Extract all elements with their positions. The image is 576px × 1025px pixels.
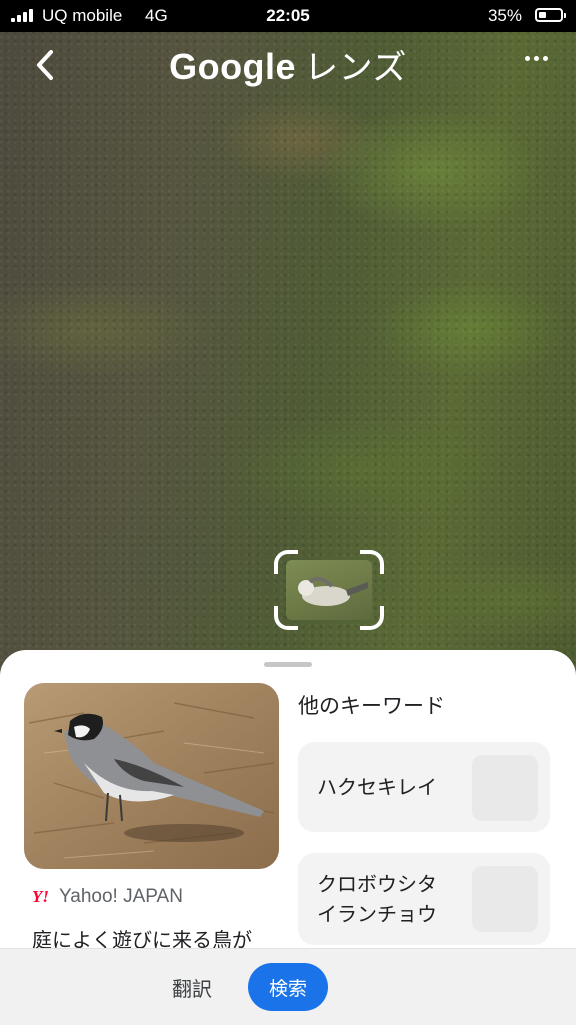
- search-tab[interactable]: 検索: [248, 963, 328, 1011]
- keyword-thumbnail: [472, 755, 538, 821]
- battery-percent: 35%: [487, 6, 522, 25]
- title-product: レンズ: [304, 48, 407, 88]
- keyword-label-line: イランチョウ: [317, 902, 437, 926]
- more-dot: [534, 56, 539, 61]
- yahoo-logo-icon: Y!: [32, 887, 49, 906]
- source-name: Yahoo! JAPAN: [59, 886, 183, 907]
- frame-corner[interactable]: [360, 606, 384, 630]
- keyword-chip[interactable]: ハクセキレイ: [298, 742, 550, 832]
- bottom-action-bar: 翻訳 検索: [0, 948, 576, 1025]
- keyword-label-line: クロボウシタ: [317, 872, 437, 896]
- title-brand: Google: [169, 46, 297, 87]
- drag-handle[interactable]: [264, 662, 312, 667]
- translate-tab[interactable]: 翻訳: [172, 973, 212, 1002]
- crop-selection-frame[interactable]: [274, 550, 384, 630]
- visual-match-card[interactable]: [24, 683, 279, 869]
- frame-corner[interactable]: [274, 606, 298, 630]
- battery-icon: [535, 8, 566, 22]
- more-options-button[interactable]: [525, 56, 548, 61]
- keyword-thumbnail: [472, 866, 538, 932]
- frame-corner[interactable]: [360, 550, 384, 574]
- keyword-chip[interactable]: クロボウシタ イランチョウ: [298, 853, 550, 945]
- frame-corner[interactable]: [274, 550, 298, 574]
- bird-photo: [24, 683, 279, 869]
- more-dot: [543, 56, 548, 61]
- more-horizontal-icon: [525, 56, 530, 61]
- status-bar: UQ mobile 4G 22:05 35%: [0, 0, 576, 32]
- keyword-label: ハクセキレイ: [317, 775, 437, 799]
- keyword-label: クロボウシタ イランチョウ: [317, 869, 437, 929]
- result-source[interactable]: Y! Yahoo! JAPAN: [32, 886, 183, 908]
- app-title: Google レンズ: [0, 40, 576, 89]
- keywords-heading: 他のキーワード: [298, 694, 445, 718]
